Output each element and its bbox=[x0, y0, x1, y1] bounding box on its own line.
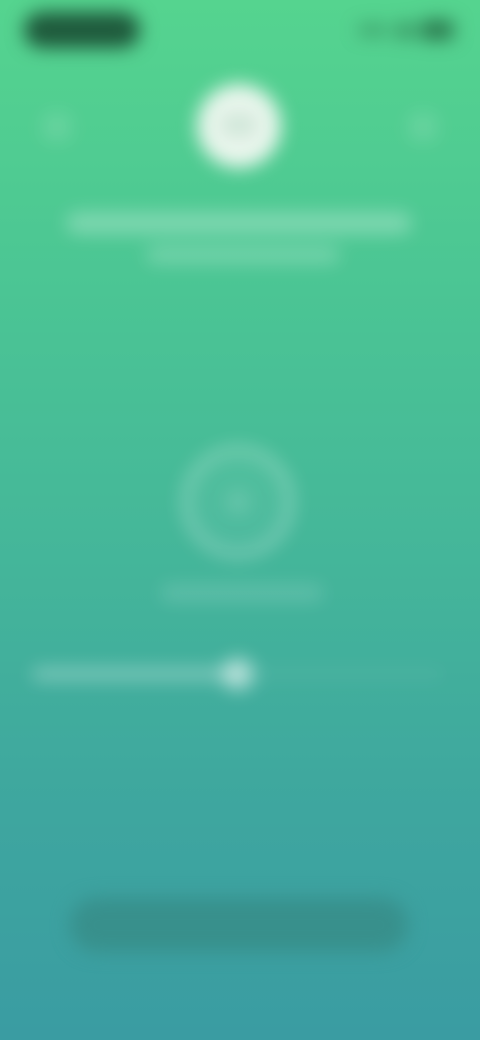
slider-track[interactable] bbox=[32, 658, 444, 690]
primary-button[interactable] bbox=[70, 898, 408, 952]
wifi-icon bbox=[396, 22, 414, 38]
status-bar bbox=[0, 0, 480, 60]
more-icon[interactable] bbox=[408, 112, 438, 142]
page-subtitle bbox=[146, 246, 340, 264]
avatar-icon bbox=[221, 114, 257, 136]
timer-ring[interactable] bbox=[182, 446, 294, 558]
back-icon[interactable] bbox=[42, 112, 72, 142]
page-title bbox=[66, 212, 412, 234]
slider-thumb[interactable] bbox=[222, 658, 254, 690]
status-time-pill bbox=[24, 12, 140, 48]
battery-icon bbox=[420, 20, 454, 40]
avatar[interactable] bbox=[197, 84, 281, 168]
signal-icon bbox=[358, 24, 388, 36]
timer-caption bbox=[160, 584, 324, 602]
status-icons bbox=[348, 18, 458, 44]
blurred-screen bbox=[0, 0, 480, 1040]
slider-fill bbox=[32, 668, 238, 680]
timer-icon bbox=[226, 490, 250, 514]
